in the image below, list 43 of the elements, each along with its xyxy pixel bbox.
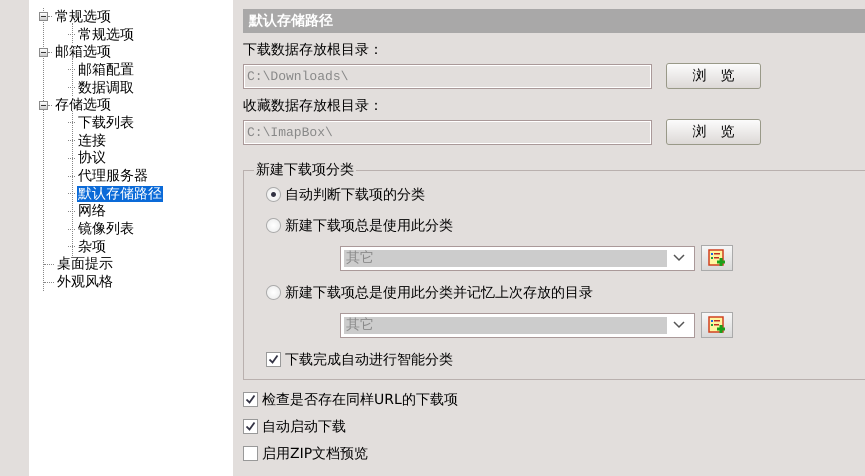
group-title: 新建下载项分类	[255, 161, 355, 179]
checkbox-label: 检查是否存在同样URL的下载项	[262, 390, 458, 408]
tree-item[interactable]: 协议	[77, 150, 107, 166]
collapse-icon[interactable]	[39, 12, 48, 22]
collapse-icon[interactable]	[39, 100, 48, 110]
tree-item[interactable]: 常规选项	[77, 26, 135, 43]
tree-item[interactable]: 代理服务器	[77, 168, 149, 184]
section-header: 默认存储路径	[243, 9, 865, 33]
tree-item[interactable]: 邮箱配置	[77, 62, 135, 78]
checkbox[interactable]	[243, 419, 258, 434]
checkbox-label: 自动启动下载	[262, 418, 346, 436]
checkbox[interactable]	[243, 446, 258, 461]
checkbox-label: 下载完成自动进行智能分类	[285, 350, 453, 368]
add-category-button[interactable]	[701, 245, 733, 271]
radio-label: 新建下载项总是使用此分类并记忆上次存放的目录	[285, 284, 593, 302]
radio-label: 新建下载项总是使用此分类	[285, 216, 453, 234]
collapse-icon[interactable]	[39, 48, 48, 57]
tree-item[interactable]: 存储选项	[54, 97, 112, 114]
field-label: 下载数据存放根目录：	[243, 41, 384, 59]
browse-button[interactable]: 浏 览	[666, 63, 761, 89]
tree-item[interactable]: 常规选项	[54, 8, 112, 25]
radio-label: 自动判断下载项的分类	[285, 186, 425, 204]
add-category-button[interactable]	[701, 312, 733, 338]
tree-item[interactable]: 外观风格	[56, 274, 114, 290]
tree-item[interactable]: 下载列表	[77, 114, 135, 131]
browse-button[interactable]: 浏 览	[666, 119, 761, 145]
list-plus-icon	[708, 249, 726, 267]
tree-item[interactable]: 桌面提示	[56, 256, 114, 272]
radio-button[interactable]	[266, 187, 281, 202]
tree-item[interactable]: 数据调取	[77, 80, 135, 96]
tree-item[interactable]: 杂项	[77, 238, 107, 255]
radio-button[interactable]	[266, 218, 281, 233]
checkbox[interactable]	[266, 352, 281, 367]
checkbox[interactable]	[243, 392, 258, 407]
tree-item[interactable]: 连接	[77, 132, 107, 149]
tree-item[interactable]: 默认存储路径	[77, 186, 163, 202]
field-label: 收藏数据存放根目录：	[243, 97, 384, 115]
radio-button[interactable]	[266, 285, 281, 300]
tree-item[interactable]: 镜像列表	[77, 221, 135, 238]
tree-item[interactable]: 网络	[77, 203, 107, 220]
tree-item[interactable]: 邮箱选项	[54, 44, 112, 60]
checkbox-label: 启用ZIP文档预览	[262, 444, 368, 462]
list-plus-icon	[708, 316, 726, 334]
